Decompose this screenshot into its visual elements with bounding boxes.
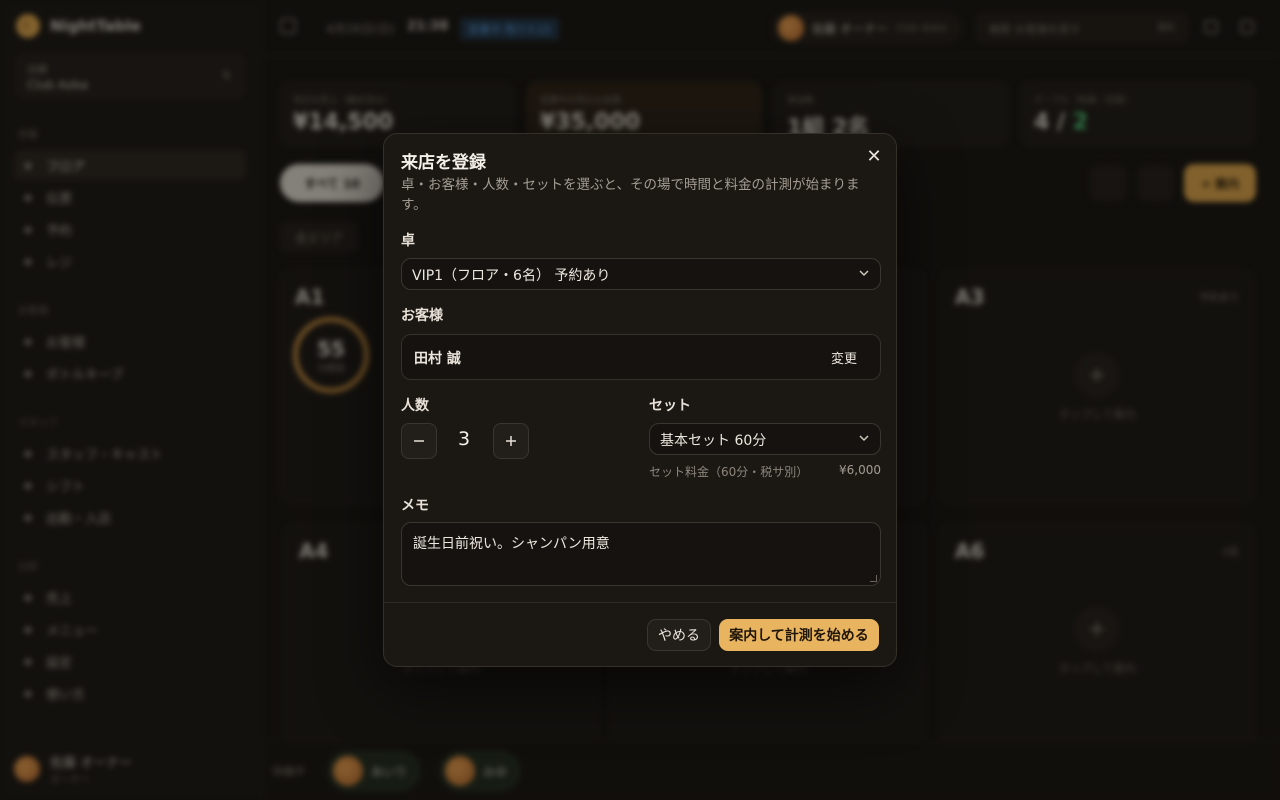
set-select[interactable]: 基本セット 60分 (649, 423, 881, 455)
customer-name: 田村 誠 (414, 351, 461, 367)
minus-icon (414, 440, 424, 442)
dialog-title: 来店を登録 (401, 153, 486, 173)
party-size-value: 3 (457, 428, 471, 450)
set-fee-value: ¥6,000 (839, 463, 881, 477)
chevron-down-icon (859, 435, 869, 442)
customer-field-label: お客様 (401, 308, 443, 324)
memo-textarea[interactable]: 誕生日前祝い。シャンパン用意 (401, 522, 881, 586)
dialog-description: 卓・お客様・人数・セットを選ぶと、その場で時間と料金の計測が始まります。 (401, 177, 860, 213)
set-select-value: 基本セット 60分 (660, 433, 767, 449)
change-customer-button[interactable]: 変更 (818, 343, 870, 371)
memo-field-label: メモ (401, 498, 429, 514)
table-field-label: 卓 (401, 233, 415, 249)
close-icon[interactable]: ✕ (864, 148, 884, 168)
party-size-label: 人数 (401, 398, 429, 414)
customer-card: 田村 誠 変更 (401, 334, 881, 380)
decrement-button[interactable] (401, 423, 437, 459)
table-select[interactable]: VIP1（フロア・6名） 予約あり (401, 258, 881, 290)
set-fee-label: セット料金（60分・税サ別） (649, 465, 809, 479)
increment-button[interactable] (493, 423, 529, 459)
register-visit-dialog: 来店を登録 ✕ 卓・お客様・人数・セットを選ぶと、その場で時間と料金の計測が始ま… (383, 133, 897, 667)
memo-text: 誕生日前祝い。シャンパン用意 (413, 536, 610, 552)
cancel-button[interactable]: やめる (647, 619, 711, 651)
resize-handle-icon[interactable] (870, 575, 877, 582)
start-timing-button[interactable]: 案内して計測を始める (719, 619, 879, 651)
table-select-value: VIP1（フロア・6名） 予約あり (412, 268, 611, 284)
set-field-label: セット (649, 398, 691, 414)
chevron-down-icon (859, 270, 869, 277)
plus-icon (506, 436, 516, 446)
dialog-divider (384, 602, 896, 603)
